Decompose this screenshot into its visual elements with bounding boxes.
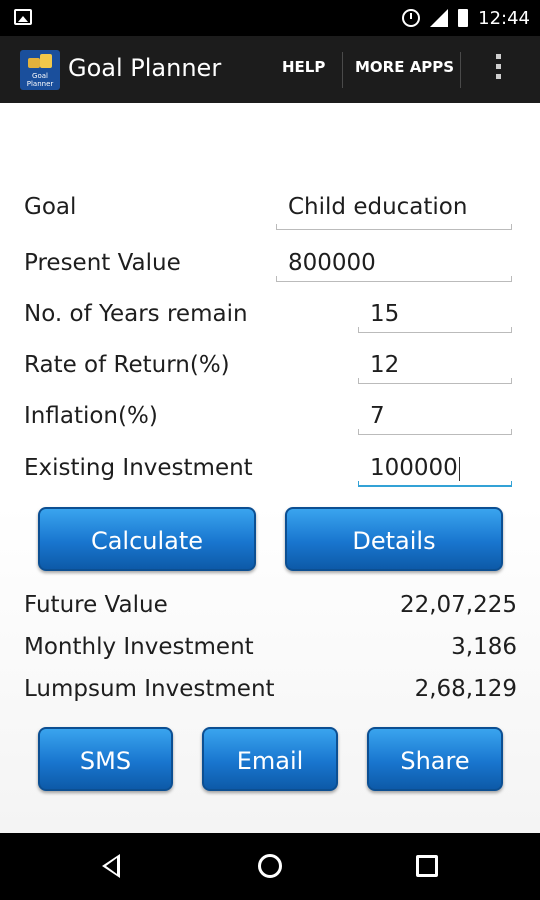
signal-icon bbox=[430, 9, 449, 27]
existing-investment-value: 100000 bbox=[370, 455, 458, 481]
monthly-investment-label: Monthly Investment bbox=[24, 634, 254, 660]
details-button[interactable]: Details bbox=[285, 507, 503, 571]
rate-field[interactable]: 12 bbox=[370, 352, 399, 378]
share-button[interactable]: Share bbox=[367, 727, 503, 791]
app-title: Goal Planner bbox=[68, 54, 222, 82]
years-label: No. of Years remain bbox=[24, 301, 248, 327]
image-notification-icon bbox=[14, 9, 32, 25]
existing-investment-label: Existing Investment bbox=[24, 455, 253, 481]
goal-label: Goal bbox=[24, 194, 77, 220]
status-bar: 12:44 bbox=[0, 0, 540, 36]
status-icons: 12:44 bbox=[402, 0, 530, 36]
present-value-underline bbox=[276, 276, 512, 282]
sms-button[interactable]: SMS bbox=[38, 727, 173, 791]
action-divider bbox=[342, 52, 343, 88]
more-apps-button[interactable]: MORE APPS bbox=[355, 58, 454, 76]
lumpsum-investment-value: 2,68,129 bbox=[414, 676, 517, 702]
inflation-label: Inflation(%) bbox=[24, 403, 158, 429]
back-icon[interactable] bbox=[102, 854, 120, 878]
inflation-underline bbox=[358, 429, 512, 435]
text-cursor bbox=[458, 456, 460, 481]
rate-underline bbox=[358, 378, 512, 384]
action-divider bbox=[460, 52, 461, 88]
help-button[interactable]: HELP bbox=[282, 58, 325, 76]
calculate-button[interactable]: Calculate bbox=[38, 507, 256, 571]
home-icon[interactable] bbox=[258, 854, 282, 878]
goal-field[interactable]: Child education bbox=[288, 194, 467, 220]
present-value-label: Present Value bbox=[24, 250, 181, 276]
overflow-menu-icon[interactable] bbox=[496, 54, 502, 86]
years-field[interactable]: 15 bbox=[370, 301, 399, 327]
action-bar: Goal Planner Goal Planner HELP MORE APPS bbox=[0, 36, 540, 103]
existing-investment-underline bbox=[358, 481, 512, 487]
main-content: Goal Child education Present Value 80000… bbox=[0, 103, 540, 833]
years-underline bbox=[358, 327, 512, 333]
goal-field-underline bbox=[276, 224, 512, 230]
navigation-bar bbox=[0, 833, 540, 900]
app-icon[interactable]: Goal Planner bbox=[20, 50, 60, 90]
coins-icon-stack bbox=[40, 54, 52, 68]
lumpsum-investment-label: Lumpsum Investment bbox=[24, 676, 275, 702]
existing-investment-field[interactable]: 100000 bbox=[370, 455, 460, 481]
monthly-investment-value: 3,186 bbox=[451, 634, 517, 660]
status-time: 12:44 bbox=[478, 7, 530, 29]
coins-icon bbox=[28, 58, 40, 68]
recent-apps-icon[interactable] bbox=[416, 855, 438, 877]
inflation-field[interactable]: 7 bbox=[370, 403, 385, 429]
battery-icon bbox=[458, 9, 469, 27]
app-icon-label: Goal Planner bbox=[26, 72, 54, 88]
present-value-field[interactable]: 800000 bbox=[288, 250, 376, 276]
future-value: 22,07,225 bbox=[399, 592, 517, 618]
alarm-icon bbox=[402, 9, 421, 27]
future-value-label: Future Value bbox=[24, 592, 168, 618]
rate-label: Rate of Return(%) bbox=[24, 352, 230, 378]
email-button[interactable]: Email bbox=[202, 727, 338, 791]
